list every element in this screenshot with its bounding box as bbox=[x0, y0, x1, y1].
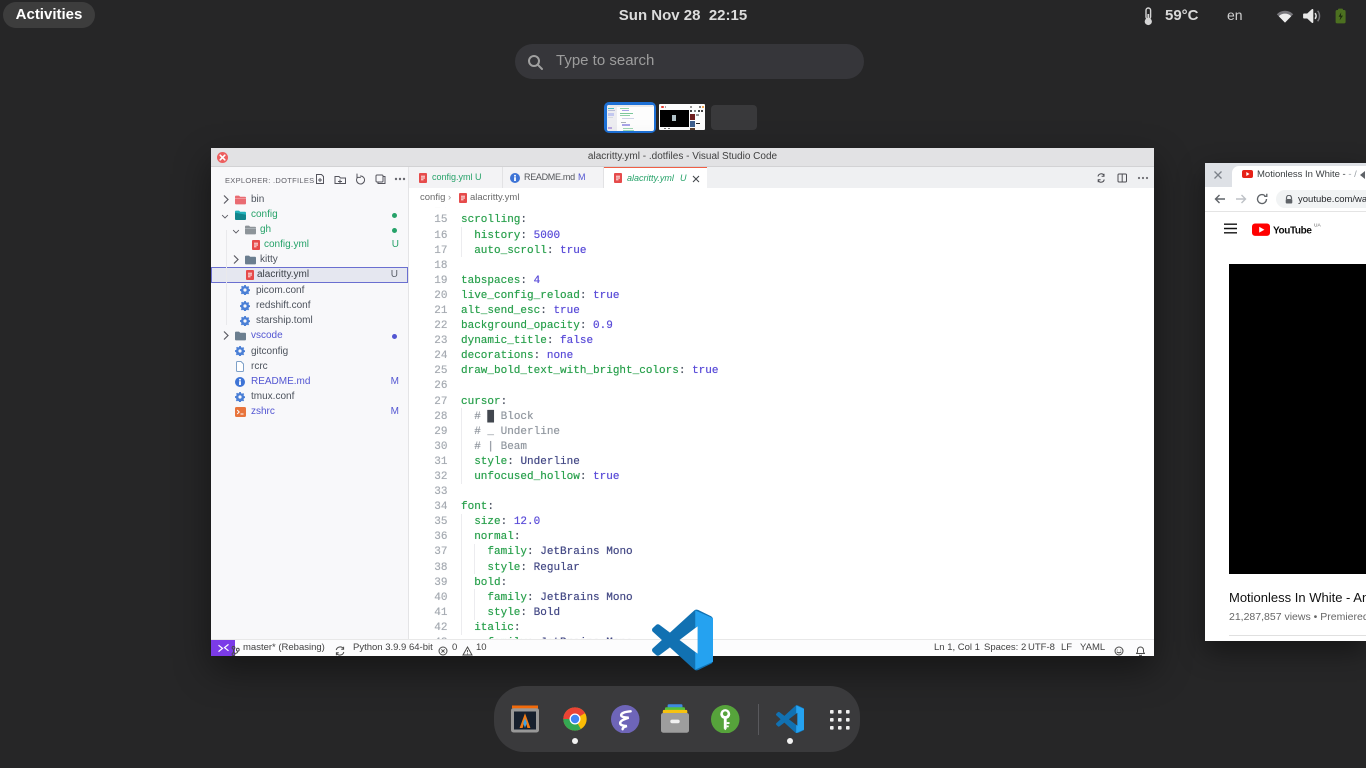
svg-text:YouTube: YouTube bbox=[1273, 226, 1312, 237]
svg-text:UA: UA bbox=[1314, 223, 1321, 229]
